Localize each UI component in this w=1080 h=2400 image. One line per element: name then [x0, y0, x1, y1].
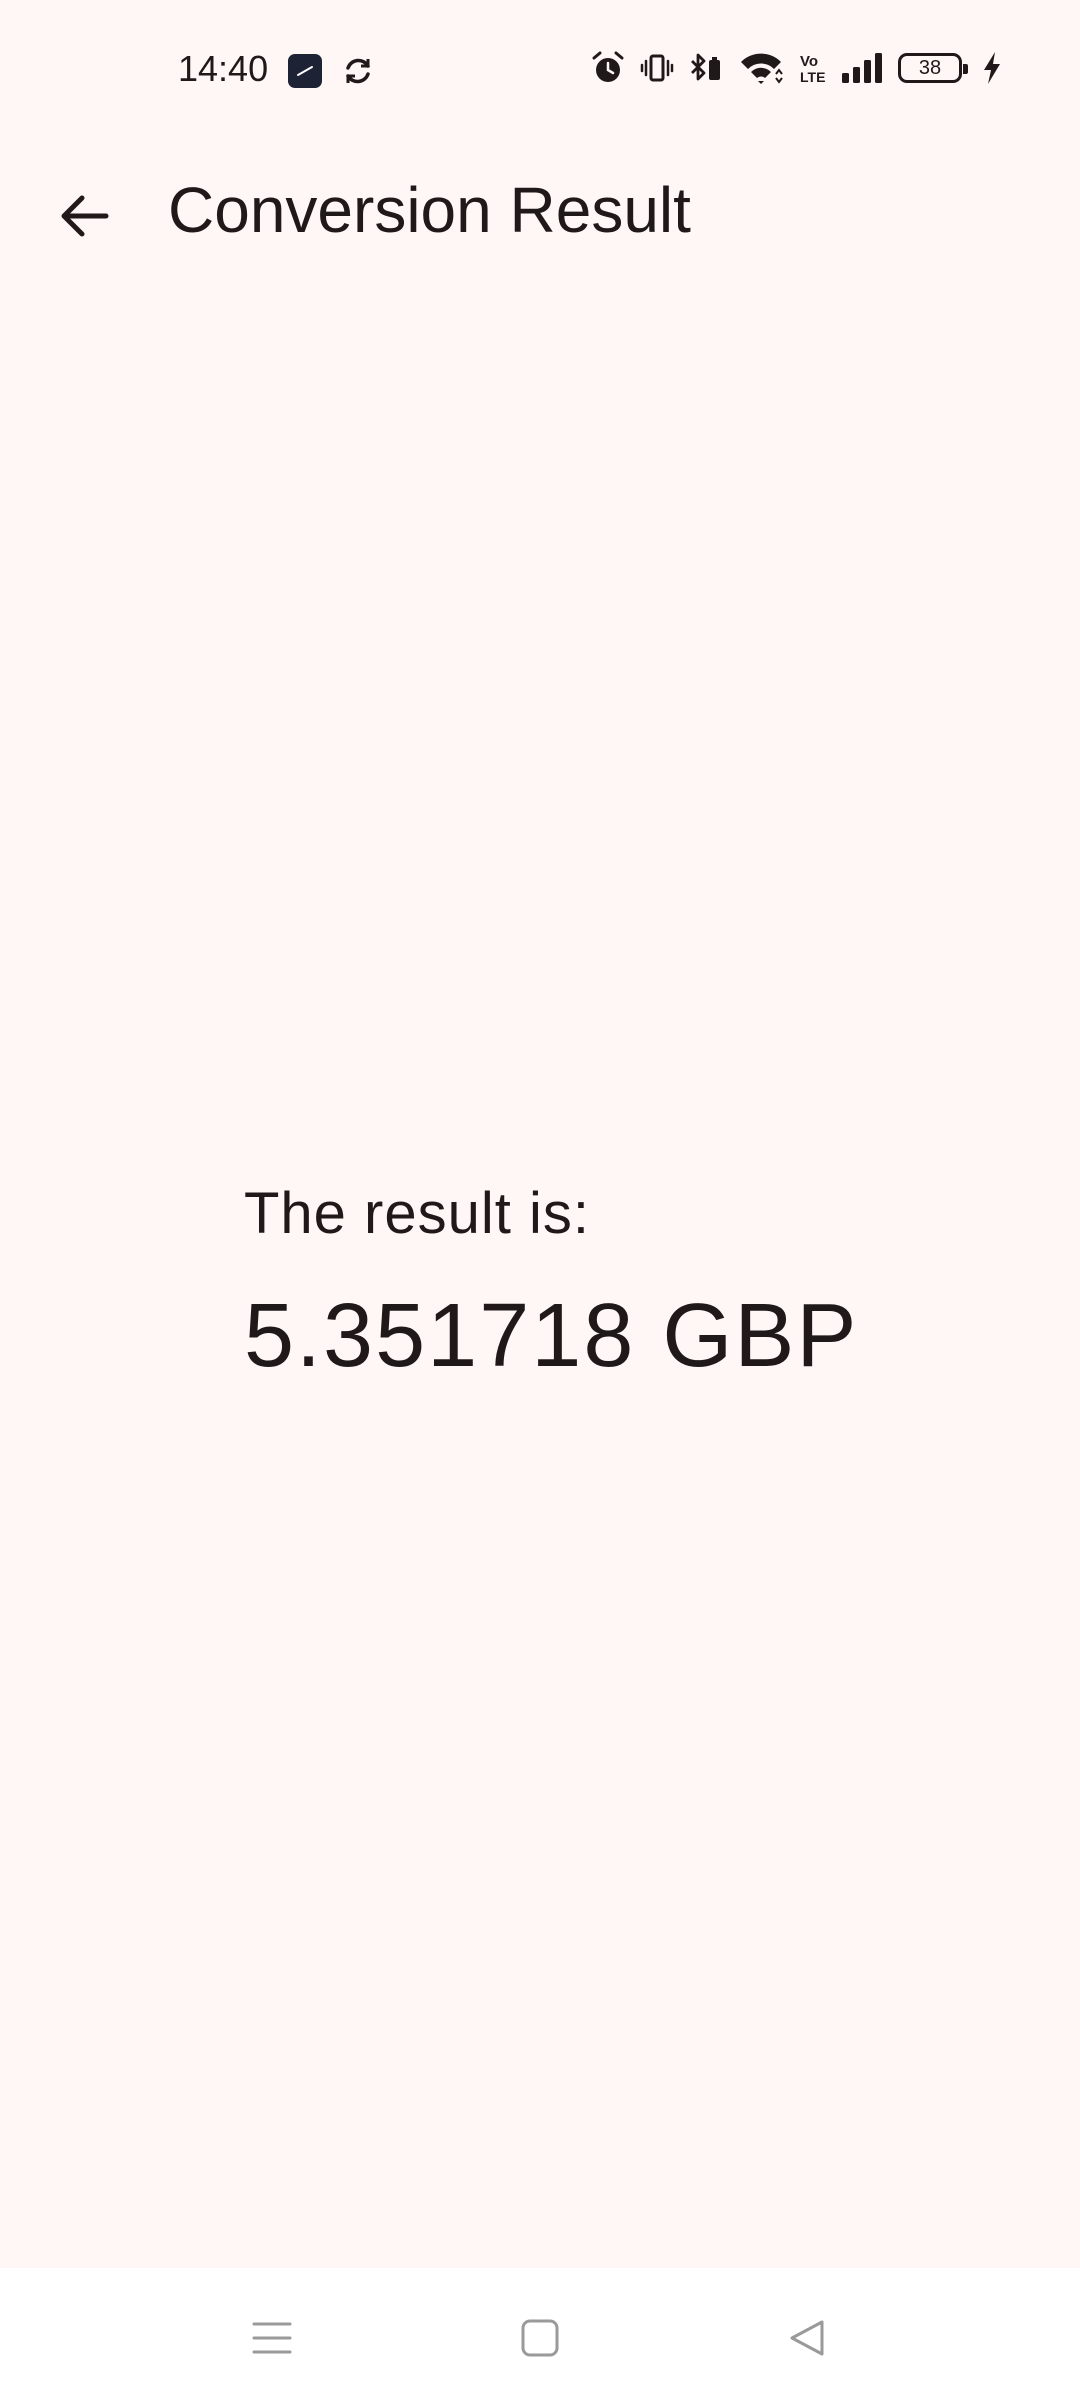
back-nav-button[interactable]: [768, 2298, 848, 2378]
wifi-icon: [738, 50, 784, 86]
charging-icon: [982, 51, 1002, 85]
battery-icon: 38: [898, 53, 968, 83]
bluetooth-battery-icon: [688, 50, 724, 86]
result-value: 5.351718 GBP: [244, 1286, 859, 1386]
svg-text:Vo: Vo: [800, 53, 818, 70]
clock-app-icon: [287, 53, 323, 89]
result-label: The result is:: [244, 1181, 590, 1246]
back-button[interactable]: [40, 172, 128, 260]
signal-icon: [840, 51, 884, 85]
battery-level: 38: [918, 56, 942, 79]
volte-icon: Vo LTE: [798, 51, 826, 85]
screen: 14:40 Vo LTE 38 Conversion Result The re…: [0, 0, 1080, 2400]
menu-icon: [252, 2322, 292, 2354]
navigation-bar: [0, 2268, 1080, 2400]
svg-text:LTE: LTE: [800, 69, 825, 85]
menu-button[interactable]: [232, 2298, 312, 2378]
page-title: Conversion Result: [168, 174, 691, 246]
home-button[interactable]: [500, 2298, 580, 2378]
app-bar: Conversion Result: [0, 150, 1080, 270]
vibrate-icon: [640, 51, 674, 85]
status-left-icons: [287, 53, 375, 89]
alarm-icon: [590, 50, 626, 86]
status-bar: 14:40 Vo LTE 38: [0, 0, 1080, 140]
status-time: 14:40: [178, 48, 269, 89]
status-right-icons: Vo LTE 38: [590, 50, 1002, 86]
sync-icon: [341, 54, 375, 88]
back-triangle-icon: [790, 2320, 824, 2356]
home-icon: [521, 2319, 559, 2357]
arrow-back-icon: [61, 195, 109, 237]
